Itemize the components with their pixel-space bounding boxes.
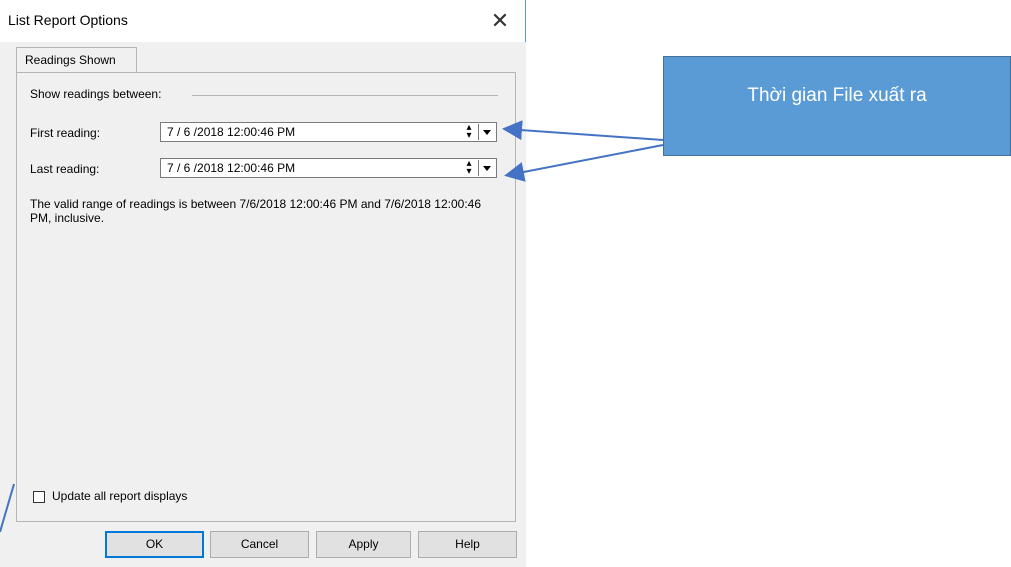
first-reading-label: First reading: (30, 126, 101, 140)
group-divider (192, 95, 498, 96)
dialog-title: List Report Options (8, 12, 128, 28)
spin-down-icon[interactable]: ▾ (462, 131, 476, 141)
help-button[interactable]: Help (418, 531, 517, 558)
callout-text: Thời gian File xuất ra (747, 85, 927, 106)
tab-panel: Show readings between: First reading: 7 … (16, 72, 516, 522)
close-icon[interactable]: ✕ (490, 8, 510, 34)
update-all-checkbox[interactable] (33, 491, 45, 503)
last-reading-spinner[interactable]: ▴ ▾ (462, 159, 476, 177)
arrow-to-first-reading (502, 120, 664, 141)
arrow-to-last-reading (504, 144, 664, 182)
last-reading-dropdown-icon[interactable] (478, 160, 495, 176)
last-reading-picker[interactable]: 7 / 6 /2018 12:00:46 PM ▴ ▾ (160, 158, 497, 178)
first-reading-dropdown-icon[interactable] (478, 124, 495, 140)
group-label: Show readings between: (30, 87, 168, 101)
first-reading-value[interactable]: 7 / 6 /2018 12:00:46 PM (167, 125, 295, 139)
cancel-button[interactable]: Cancel (210, 531, 309, 558)
last-reading-label: Last reading: (30, 162, 100, 176)
title-bar: List Report Options ✕ (0, 0, 526, 42)
valid-range-text: The valid range of readings is between 7… (30, 197, 481, 225)
first-reading-picker[interactable]: 7 / 6 /2018 12:00:46 PM ▴ ▾ (160, 122, 497, 142)
tab-readings-shown[interactable]: Readings Shown (16, 47, 137, 73)
apply-button[interactable]: Apply (316, 531, 411, 558)
update-all-label[interactable]: Update all report displays (52, 489, 187, 503)
first-reading-spinner[interactable]: ▴ ▾ (462, 123, 476, 141)
annotation-callout: Thời gian File xuất ra (663, 56, 1011, 156)
last-reading-value[interactable]: 7 / 6 /2018 12:00:46 PM (167, 161, 295, 175)
list-report-options-dialog: List Report Options ✕ Readings Shown Sho… (0, 0, 526, 567)
spin-down-icon[interactable]: ▾ (462, 167, 476, 177)
ok-button[interactable]: OK (105, 531, 204, 558)
window-border (525, 0, 526, 42)
